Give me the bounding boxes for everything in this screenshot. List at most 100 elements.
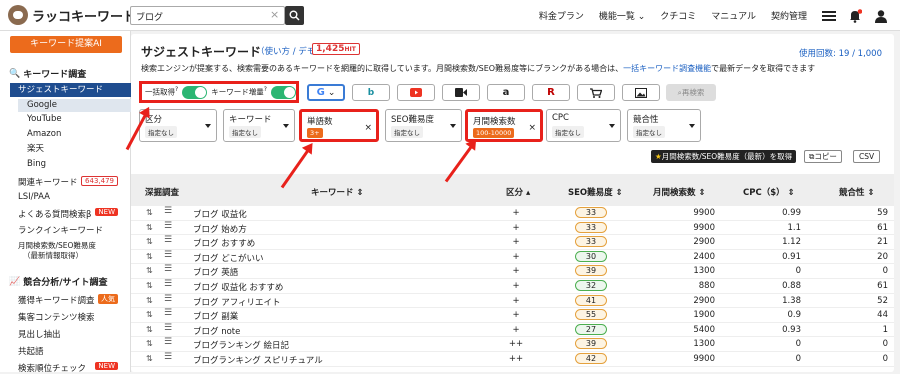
table-row[interactable]: ⇅ ☰ ブログ 収益化 おすすめ +32 880 0.88 61 <box>131 279 894 294</box>
table-row[interactable]: ⇅ ☰ ブログランキング 絵日記 ++ 39 1300 0 0 <box>131 337 894 352</box>
sidebar-item-related[interactable]: 関連キーワード 643,479 <box>18 176 130 188</box>
table-row[interactable]: ⇅ ☰ ブログ 英語 +39 1300 0 0 <box>131 264 894 279</box>
logo[interactable]: ラッコキーワード <box>8 5 136 25</box>
filter-volume[interactable]: 月間検索数 100-10000 × <box>465 109 543 142</box>
menu-icon[interactable]: ☰ <box>164 250 172 260</box>
keyword-cell[interactable]: ブログランキング 絵日記 <box>193 339 289 351</box>
menu-icon[interactable] <box>822 10 836 22</box>
relate-icon[interactable]: ⇅ <box>146 266 153 275</box>
menu-icon[interactable]: ☰ <box>164 294 172 304</box>
bulk-research-link[interactable]: 一括キーワード調査機能 <box>623 64 711 73</box>
filter-competition[interactable]: 競合性 指定なし <box>627 109 701 142</box>
usage-count[interactable]: 使用回数: 19 / 1,000 <box>799 47 882 59</box>
menu-icon[interactable]: ☰ <box>164 308 172 318</box>
relate-icon[interactable]: ⇅ <box>146 281 153 290</box>
engine-shopping-button[interactable] <box>577 84 615 101</box>
relate-icon[interactable]: ⇅ <box>146 237 153 246</box>
sidebar-item-rakuten[interactable]: 楽天 <box>18 143 131 156</box>
sidebar-item-google[interactable]: Google <box>18 99 131 112</box>
table-row[interactable]: ⇅ ☰ ブログ どこがいい +30 2400 0.91 20 <box>131 250 894 265</box>
nav-features[interactable]: 機能一覧 ⌄ <box>599 9 645 22</box>
menu-icon[interactable]: ☰ <box>164 221 172 231</box>
close-icon[interactable]: × <box>528 123 536 133</box>
table-row[interactable]: ⇅ ☰ ブログ 副業 +55 1900 0.9 44 <box>131 308 894 323</box>
menu-icon[interactable]: ☰ <box>164 352 172 362</box>
sidebar-item-acquired[interactable]: 獲得キーワード調査 人気 <box>18 294 130 306</box>
table-row[interactable]: ⇅ ☰ ブログ おすすめ +33 2900 1.12 21 <box>131 235 894 250</box>
table-row[interactable]: ⇅ ☰ ブログ アフィリエイト +41 2900 1.38 52 <box>131 294 894 309</box>
col-competition[interactable]: 競合性 ⇕ <box>839 186 875 198</box>
table-row[interactable]: ⇅ ☰ ブログ 始め方 +33 9900 1.1 61 <box>131 221 894 236</box>
clear-icon[interactable]: × <box>270 8 279 21</box>
sidebar-item-amazon[interactable]: Amazon <box>18 128 131 141</box>
user-icon[interactable] <box>874 9 888 23</box>
keyword-cell[interactable]: ブログ note <box>193 325 240 337</box>
bulk-toggle[interactable] <box>182 85 208 99</box>
sidebar-item-rankcheck[interactable]: 検索順位チェック NEW <box>18 362 130 374</box>
col-cpc[interactable]: CPC（$） ⇕ <box>743 186 795 198</box>
engine-bing-button[interactable]: b <box>352 84 390 101</box>
col-seo[interactable]: SEO難易度 ⇕ <box>568 186 623 198</box>
add-toggle[interactable] <box>270 85 296 99</box>
keyword-cell[interactable]: ブログ 副業 <box>193 310 238 322</box>
relate-icon[interactable]: ⇅ <box>146 208 153 217</box>
col-kubun[interactable]: 区分 ▴ <box>506 186 530 198</box>
sidebar-item-content[interactable]: 集客コンテンツ検索 <box>18 311 130 323</box>
relate-icon[interactable]: ⇅ <box>146 310 153 319</box>
table-row[interactable]: ⇅ ☰ ブログ 収益化 +33 9900 0.99 59 <box>131 206 894 221</box>
relate-icon[interactable]: ⇅ <box>146 296 153 305</box>
help-icon[interactable]: ? <box>175 86 178 93</box>
filter-word-count[interactable]: 単語数 3+ × <box>299 109 379 142</box>
col-keyword[interactable]: キーワード ⇕ <box>311 186 364 198</box>
search-button[interactable] <box>285 6 304 25</box>
keyword-cell[interactable]: ブログ 英語 <box>193 266 238 278</box>
keyword-cell[interactable]: ブログ 収益化 おすすめ <box>193 281 283 293</box>
relate-icon[interactable]: ⇅ <box>146 339 153 348</box>
bell-icon[interactable] <box>848 8 862 23</box>
menu-icon[interactable]: ☰ <box>164 264 172 274</box>
nav-pricing[interactable]: 料金プラン <box>539 9 584 22</box>
sidebar-item-bing[interactable]: Bing <box>18 158 131 171</box>
relate-icon[interactable]: ⇅ <box>146 354 153 363</box>
engine-image-button[interactable] <box>622 84 660 101</box>
relate-icon[interactable]: ⇅ <box>146 325 153 334</box>
sidebar-item-rankin[interactable]: ランクインキーワード <box>18 224 130 236</box>
col-volume[interactable]: 月間検索数 ⇕ <box>653 186 706 198</box>
help-icon[interactable]: ? <box>264 86 267 93</box>
sidebar-item-lsi[interactable]: LSI/PAA <box>18 192 130 202</box>
sidebar-item-suggest[interactable]: サジェストキーワード <box>10 83 131 97</box>
keyword-cell[interactable]: ブログランキング スピリチュアル <box>193 354 323 366</box>
menu-icon[interactable]: ☰ <box>164 235 172 245</box>
search-input[interactable]: ブログ <box>130 6 285 25</box>
csv-button[interactable]: CSV <box>853 150 881 163</box>
keyword-cell[interactable]: ブログ どこがいい <box>193 252 263 264</box>
relate-icon[interactable]: ⇅ <box>146 223 153 232</box>
filter-cpc[interactable]: CPC 指定なし <box>546 109 621 142</box>
close-icon[interactable]: × <box>364 123 372 133</box>
filter-seo[interactable]: SEO難易度 指定なし <box>385 109 462 142</box>
sidebar-item-faq[interactable]: よくある質問検索β NEW <box>18 208 130 220</box>
keyword-cell[interactable]: ブログ 収益化 <box>193 208 247 220</box>
filter-keyword[interactable]: キーワード 指定なし <box>223 109 295 142</box>
keyword-cell[interactable]: ブログ アフィリエイト <box>193 296 281 308</box>
engine-video-button[interactable] <box>442 84 480 101</box>
menu-icon[interactable]: ☰ <box>164 337 172 347</box>
table-row[interactable]: ⇅ ☰ ブログ note +27 5400 0.93 1 <box>131 323 894 338</box>
sidebar-item-youtube[interactable]: YouTube <box>18 113 131 126</box>
engine-amazon-button[interactable]: a <box>487 84 525 101</box>
sidebar-item-cooccur[interactable]: 共起語 <box>18 345 130 357</box>
menu-icon[interactable]: ☰ <box>164 323 172 333</box>
sidebar-item-headings[interactable]: 見出し抽出 <box>18 328 130 340</box>
research-button[interactable]: ⌕ 再検索 <box>666 84 716 101</box>
fetch-latest-button[interactable]: ★月間検索数/SEO難易度（最新）を取得 <box>651 150 797 163</box>
keyword-cell[interactable]: ブログ おすすめ <box>193 237 255 249</box>
menu-icon[interactable]: ☰ <box>164 206 172 216</box>
table-row[interactable]: ⇅ ☰ ブログランキング スピリチュアル ++ 42 9900 0 0 <box>131 352 894 367</box>
relate-icon[interactable]: ⇅ <box>146 252 153 261</box>
nav-contract[interactable]: 契約管理 <box>771 9 807 22</box>
nav-reviews[interactable]: クチコミ <box>660 9 696 22</box>
engine-google-button[interactable]: G ⌄ <box>307 84 345 101</box>
keyword-ai-button[interactable]: キーワード提案AI <box>10 36 122 53</box>
engine-rakuten-button[interactable]: R <box>532 84 570 101</box>
nav-manual[interactable]: マニュアル <box>711 9 756 22</box>
